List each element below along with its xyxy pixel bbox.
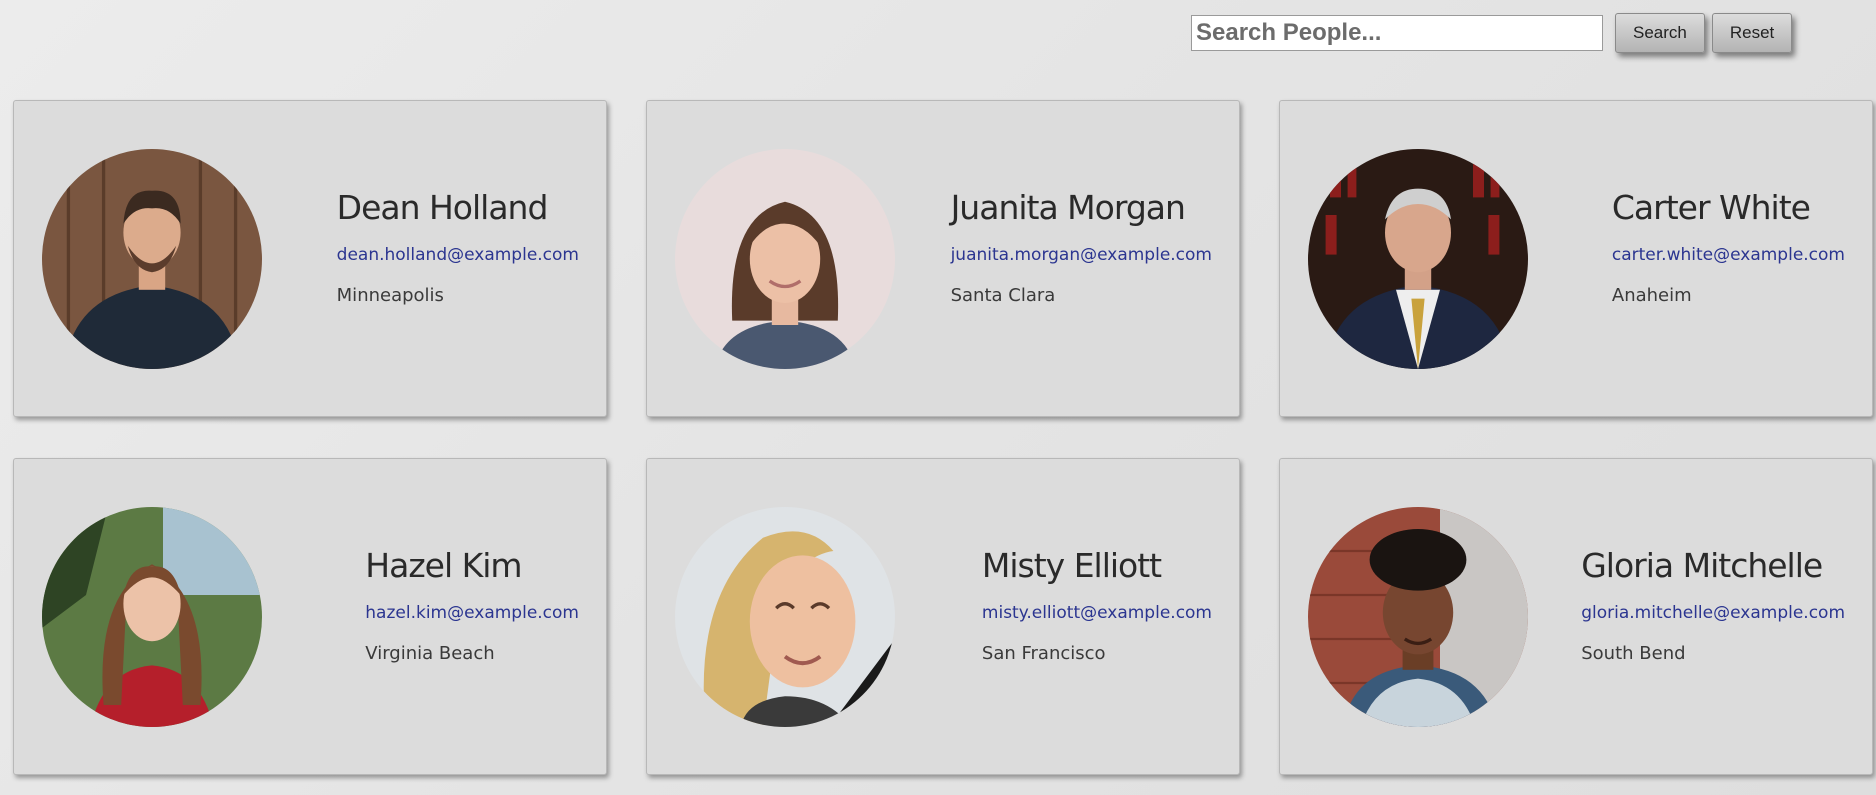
search-input[interactable] <box>1191 15 1603 51</box>
avatar <box>675 148 895 369</box>
avatar <box>42 506 262 727</box>
person-card: Gloria Mitchelle gloria.mitchelle@exampl… <box>1279 458 1873 775</box>
person-name: Misty Elliott <box>981 545 1162 585</box>
person-city: Minneapolis <box>336 284 444 306</box>
person-card: Carter White carter.white@example.com An… <box>1279 100 1873 417</box>
person-email[interactable]: dean.holland@example.com <box>337 245 579 265</box>
person-info: Misty Elliott misty.elliott@example.com … <box>982 546 1239 664</box>
person-city: San Francisco <box>981 642 1106 664</box>
person-city: Anaheim <box>1611 284 1692 306</box>
person-name: Dean Holland <box>336 187 549 227</box>
people-grid: Dean Holland dean.holland@example.com Mi… <box>13 100 1873 775</box>
avatar <box>675 506 895 727</box>
person-info: Juanita Morgan juanita.morgan@example.co… <box>951 188 1239 306</box>
avatar <box>42 148 262 369</box>
person-card: Juanita Morgan juanita.morgan@example.co… <box>646 100 1240 417</box>
person-city: Santa Clara <box>950 284 1056 306</box>
person-card: Misty Elliott misty.elliott@example.com … <box>646 458 1240 775</box>
person-info: Hazel Kim hazel.kim@example.com Virginia… <box>365 546 606 664</box>
person-name: Juanita Morgan <box>950 187 1186 227</box>
person-email[interactable]: misty.elliott@example.com <box>982 603 1212 623</box>
person-info: Gloria Mitchelle gloria.mitchelle@exampl… <box>1581 546 1872 664</box>
search-button[interactable]: Search <box>1615 13 1705 53</box>
person-name: Gloria Mitchelle <box>1581 545 1823 585</box>
avatar <box>1308 148 1528 369</box>
person-name: Carter White <box>1611 187 1811 227</box>
avatar <box>1308 506 1528 727</box>
person-email[interactable]: juanita.morgan@example.com <box>951 245 1212 265</box>
person-info: Dean Holland dean.holland@example.com Mi… <box>337 188 606 306</box>
person-email[interactable]: hazel.kim@example.com <box>365 603 579 623</box>
person-email[interactable]: carter.white@example.com <box>1612 245 1845 265</box>
person-city: Virginia Beach <box>365 642 495 664</box>
reset-button[interactable]: Reset <box>1711 13 1793 53</box>
person-card: Dean Holland dean.holland@example.com Mi… <box>13 100 607 417</box>
person-city: South Bend <box>1581 642 1686 664</box>
person-email[interactable]: gloria.mitchelle@example.com <box>1581 603 1845 623</box>
search-bar: Search Reset <box>1191 13 1793 53</box>
person-info: Carter White carter.white@example.com An… <box>1612 188 1872 306</box>
person-card: Hazel Kim hazel.kim@example.com Virginia… <box>13 458 607 775</box>
person-name: Hazel Kim <box>365 545 522 585</box>
